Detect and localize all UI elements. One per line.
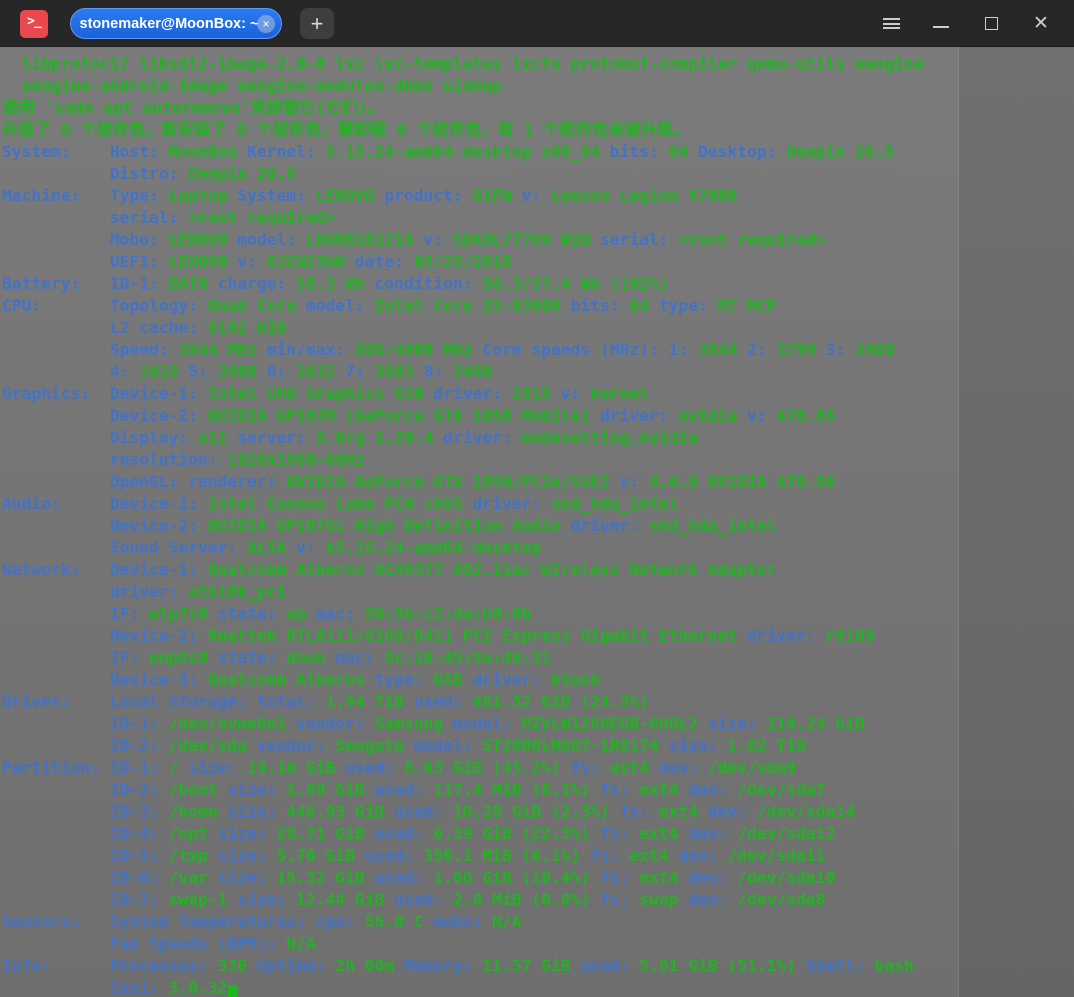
terminal-line: IF: enp8s0 state: down mac: 8c:16:45:8e:… xyxy=(2,648,551,667)
terminal-line: Device-2: NVIDIA GP107M [GeForce GTX 105… xyxy=(2,406,836,425)
terminal-line: ID-4: /opt size: 28.71 GiB used: 6.39 Gi… xyxy=(2,824,836,843)
terminal-line: Audio: Device-1: Intel Cannon Lake PCH c… xyxy=(2,494,679,513)
terminal-line: ID-6: /var size: 15.32 GiB used: 1.60 Gi… xyxy=(2,868,836,887)
terminal-line: IF: wlp7s0 state: up mac: 50:5b:c2:da:b9… xyxy=(2,604,532,623)
terminal-line: ID-1: /dev/nvme0n1 vendor: Samsung model… xyxy=(2,714,865,733)
terminal-line: 升级了 0 个软件包，新安装了 0 个软件包，要卸载 0 个软件包，有 1 个软… xyxy=(2,120,690,139)
terminal-glyph: >_ xyxy=(27,14,42,29)
terminal-line: Network: Device-1: Qualcomm Atheros QCA9… xyxy=(2,560,777,579)
terminal-line: 4: 3418 5: 3900 6: 3832 7: 3803 8: 3460 xyxy=(2,362,493,381)
terminal-line: Speed: 3844 MHz min/max: 800/4000 MHz Co… xyxy=(2,340,895,359)
terminal-line: Drives: Local Storage: total: 1.94 TiB u… xyxy=(2,692,649,711)
terminal-line: Device-2: Realtek RTL8111/8168/8411 PCI … xyxy=(2,626,875,645)
terminal-line: libprotoc17 libsdl2-image-2.0-0 lxc lxc-… xyxy=(2,54,924,73)
maximize-button[interactable] xyxy=(966,0,1016,47)
terminal-line: Graphics: Device-1: Intel UHD Graphics 6… xyxy=(2,384,649,403)
terminal-line: Sound Server: ALSA v: k5.15.24-amd64-des… xyxy=(2,538,542,557)
terminal-line: OpenGL: renderer: NVIDIA GeForce GTX 105… xyxy=(2,472,836,491)
minimize-icon xyxy=(933,25,949,28)
terminal-line: Partition: ID-1: / size: 19.10 GiB used:… xyxy=(2,758,797,777)
terminal-line: Fan Speeds (RPM): N/A xyxy=(2,934,316,953)
terminal-line: Machine: Type: Laptop System: LENOVO pro… xyxy=(2,186,738,205)
terminal-app-icon: >_ xyxy=(20,10,48,38)
terminal-line: Distro: Deepin 20.5 xyxy=(2,164,297,183)
titlebar[interactable]: >_ stonemaker@MoonBox: ~ × + ✕ xyxy=(0,0,1074,47)
terminal-window: >_ stonemaker@MoonBox: ~ × + ✕ libprotoc… xyxy=(0,0,1074,997)
tab-active[interactable]: stonemaker@MoonBox: ~ × xyxy=(70,8,282,39)
terminal-content-area[interactable]: libprotoc17 libsdl2-image-2.0-0 lxc lxc-… xyxy=(0,47,1074,997)
terminal-line: Mobo: LENOVO model: LNVNB161216 v: SDK0L… xyxy=(2,230,826,249)
terminal-line: ID-2: /boot size: 1.89 GiB used: 117.4 M… xyxy=(2,780,826,799)
terminal-cursor xyxy=(228,985,238,997)
new-tab-button[interactable]: + xyxy=(300,8,334,39)
minimize-button[interactable] xyxy=(916,0,966,47)
terminal-line: Device-3: Qualcomm Atheros type: USB dri… xyxy=(2,670,600,689)
wallpaper-seam xyxy=(958,47,1074,997)
terminal-line: serial: <root required> xyxy=(2,208,336,227)
terminal-line: inxi: 3.0.32 xyxy=(2,978,228,997)
terminal-line: resolution: 1920x1080~60Hz xyxy=(2,450,365,469)
terminal-line: ID-3: /home size: 446.93 GiB used: 10.28… xyxy=(2,802,855,821)
terminal-line: Display: x11 server: X.Org 1.20.4 driver… xyxy=(2,428,698,447)
terminal-line: ID-2: /dev/sda vendor: Seagate model: ST… xyxy=(2,736,806,755)
terminal-line: 使用 'sudo apt autoremove'来卸载它(它们)。 xyxy=(2,98,384,117)
terminal-line: System: Host: MoonBox Kernel: 5.15.24-am… xyxy=(2,142,895,161)
window-controls: ✕ xyxy=(866,0,1066,47)
terminal-output: libprotoc17 libsdl2-image-2.0-0 lxc lxc-… xyxy=(2,53,1072,997)
terminal-line: Info: Processes: 336 Uptime: 2h 00m Memo… xyxy=(2,956,914,975)
terminal-line: Sensors: System Temperatures: cpu: 56.0 … xyxy=(2,912,522,931)
maximize-icon xyxy=(984,17,998,30)
tab-title: stonemaker@MoonBox: ~ xyxy=(79,15,259,32)
hamburger-icon xyxy=(882,16,900,32)
terminal-line: CPU: Topology: Quad Core model: Intel Co… xyxy=(2,296,777,315)
close-button[interactable]: ✕ xyxy=(1016,0,1066,47)
terminal-line: UEFI: LENOVO v: 8JCN23WW date: 05/25/201… xyxy=(2,252,512,271)
tab-close-icon[interactable]: × xyxy=(257,14,275,33)
terminal-line: ID-7: swap-1 size: 12.44 GiB used: 2.0 M… xyxy=(2,890,826,909)
menu-icon[interactable] xyxy=(866,0,916,47)
terminal-line: Device-2: NVIDIA GP107GL High Definition… xyxy=(2,516,777,535)
terminal-line: Battery: ID-1: BAT0 charge: 58.3 Wh cond… xyxy=(2,274,669,293)
terminal-line: ID-5: /tmp size: 5.70 GiB used: 356.1 Mi… xyxy=(2,846,826,865)
terminal-line: driver: ath10k_pci xyxy=(2,582,287,601)
terminal-line: L2 cache: 8192 KiB xyxy=(2,318,287,337)
terminal-line: uengine-android-image uengine-modules-dk… xyxy=(2,76,502,95)
